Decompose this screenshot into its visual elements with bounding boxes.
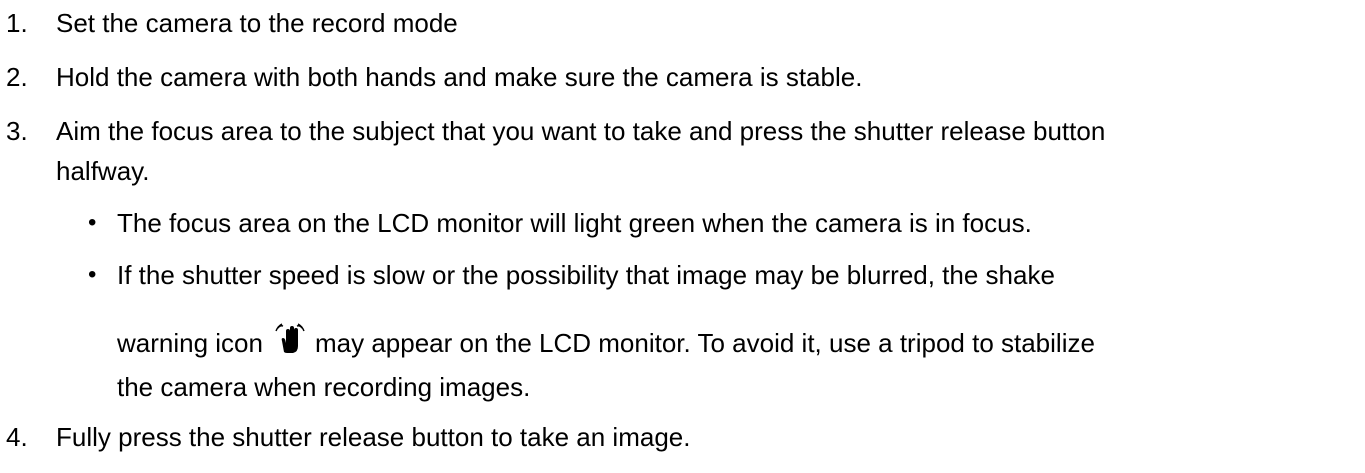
step-number: 4.: [6, 422, 28, 452]
bullet-text-after-icon: may appear on the LCD monitor. To avoid …: [314, 328, 1095, 358]
bullet-text: If the shutter speed is slow or the poss…: [117, 260, 1055, 290]
bullet-text-line: warning icon may appear on the LCD monit…: [117, 322, 1095, 358]
bullet-text-last: the camera when recording images.: [117, 372, 531, 402]
step-text: Hold the camera with both hands and make…: [56, 62, 863, 92]
step-number: 1.: [6, 8, 28, 38]
bullet-text: The focus area on the LCD monitor will l…: [117, 208, 1032, 238]
bullet-symbol: •: [88, 209, 97, 236]
step-text: Set the camera to the record mode: [56, 8, 458, 38]
step-number: 2.: [6, 62, 28, 92]
step-text: Fully press the shutter release button t…: [56, 422, 691, 452]
shake-warning-icon: [273, 322, 307, 356]
step-text: Aim the focus area to the subject that y…: [56, 116, 1106, 146]
bullet-text-before-icon: warning icon: [117, 328, 263, 358]
bullet-symbol: •: [88, 261, 97, 288]
step-text-continuation: halfway.: [56, 156, 150, 186]
step-number: 3.: [6, 116, 28, 146]
